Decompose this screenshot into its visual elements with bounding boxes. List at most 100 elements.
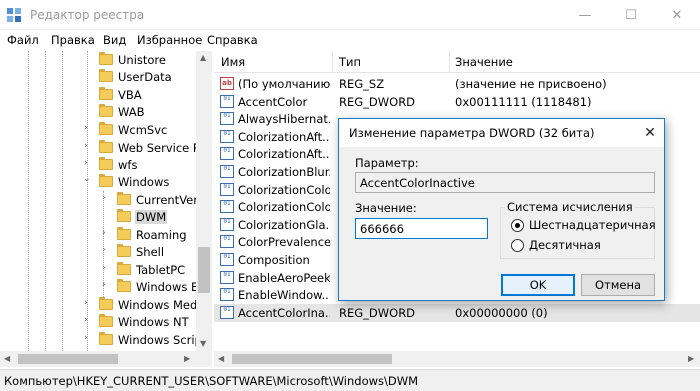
binary-value-icon: 01 [220,217,234,231]
registry-tree[interactable]: Unistore UserData VBA WAB › WcmSvc › Web… [0,51,212,367]
column-header-value[interactable]: Значение [455,55,513,69]
tree-item-tabletpc[interactable]: TabletPC [117,261,186,278]
tree-item-wcmsvc[interactable]: WcmSvc [99,121,168,138]
close-window-button[interactable]: ✕ [654,0,700,30]
expand-chevron-icon[interactable]: › [84,141,88,151]
expand-chevron-icon[interactable]: › [84,158,88,168]
folder-icon [117,262,131,275]
scroll-down-arrow-icon[interactable]: ▼ [200,339,206,348]
ok-button[interactable]: OK [501,274,575,296]
expand-chevron-icon[interactable]: › [84,298,88,308]
cell-type: REG_SZ [339,77,385,91]
value-name-field: AccentColorInactive [355,172,655,193]
column-divider[interactable] [332,51,333,73]
column-header-type[interactable]: Тип [339,55,361,69]
value-data-input[interactable]: 666666 [355,218,488,239]
table-row[interactable]: 01 AccentColorIna... REG_DWORD 0x00000000 (… [214,303,700,322]
binary-value-icon: 01 [220,270,234,284]
radio-selected-icon[interactable] [511,219,524,232]
radio-unselected-icon[interactable] [511,239,524,252]
list-horizontal-scrollbar[interactable]: ◀ ▶ [214,351,700,367]
expand-chevron-icon[interactable]: › [84,333,88,343]
tree-hscroll-thumb[interactable] [18,354,118,364]
list-header: Имя Тип Значение [214,51,700,73]
expand-chevron-icon[interactable]: › [84,123,88,133]
tree-item-label: Windows Med [118,297,198,312]
cell-name: ColorizationColor [238,182,330,197]
expand-chevron-icon[interactable]: › [102,228,106,238]
maximize-button[interactable]: ☐ [608,0,654,30]
collapse-chevron-icon[interactable]: ⌄ [83,174,91,184]
folder-icon [99,122,113,135]
tree-horizontal-scrollbar[interactable]: ◀ ▶ [0,351,212,367]
tree-item-unistore[interactable]: Unistore [99,51,167,68]
column-divider[interactable] [449,51,450,73]
tree-item-shell[interactable]: Shell [117,243,165,260]
binary-value-icon: 01 [220,253,234,266]
tree-item-windows-nt[interactable]: Windows NT [99,313,190,330]
value-name-label: Параметр: [355,156,419,170]
dialog-close-icon[interactable]: ✕ [640,123,660,143]
menu-edit[interactable]: Правка [51,33,95,47]
folder-icon [99,332,113,345]
tree-item-web-service[interactable]: Web Service Pr [99,139,205,156]
scroll-left-arrow-icon[interactable]: ◀ [4,354,10,363]
tree-item-vba[interactable]: VBA [99,86,143,103]
cancel-button[interactable]: Отмена [581,274,655,296]
menu-bar: Файл Правка Вид Избранное Справка [0,30,700,50]
tree-scroll-thumb[interactable] [198,247,210,293]
expand-chevron-icon[interactable]: › [102,245,106,255]
folder-icon [99,140,113,153]
folder-icon [117,279,131,292]
binary-value-icon: 01 [220,112,234,126]
cell-name: ColorizationGla... [238,217,330,232]
cell-name: ColorPrevalence [238,235,330,250]
binary-value-icon: 01 [220,147,234,161]
radio-decimal-label[interactable]: Десятичная [529,238,601,252]
tree-item-label: UserData [118,69,172,84]
table-row[interactable]: ab (По умолчанию) REG_SZ (значение не присв… [214,75,700,93]
tree-item-roaming[interactable]: Roaming [117,226,188,243]
menu-file[interactable]: Файл [7,33,39,47]
edit-dword-dialog: Изменение параметра DWORD (32 бита) ✕ Па… [338,118,665,301]
menu-favorites[interactable]: Избранное [137,33,202,47]
expand-chevron-icon[interactable]: › [102,193,106,203]
tree-item-wab[interactable]: WAB [99,103,146,120]
scroll-right-arrow-icon[interactable]: ▶ [688,354,694,363]
expand-chevron-icon[interactable]: › [84,315,88,325]
menu-help[interactable]: Справка [207,33,258,47]
folder-icon [117,227,131,240]
tree-vertical-scrollbar[interactable]: ▲ ▼ [196,51,212,351]
folder-icon [99,104,113,117]
menu-view[interactable]: Вид [103,33,126,47]
status-bar: Компьютер\HKEY_CURRENT_USER\SOFTWARE\Mic… [0,369,700,391]
tree-item-currentversion[interactable]: CurrentVer [117,191,199,208]
table-row[interactable]: 01 AccentColor REG_DWORD 0x00111111 (111848… [214,93,700,111]
expand-chevron-icon[interactable]: › [102,280,106,290]
tree-item-windows[interactable]: Windows [99,173,170,190]
cell-value: 0x00000000 (0) [455,305,548,320]
cell-name: AlwaysHibernat... [238,112,330,127]
tree-item-windows-media[interactable]: Windows Med [99,296,198,313]
radio-hexadecimal-label[interactable]: Шестнадцатеричная [529,218,656,232]
tree-item-label: Windows NT [118,314,189,329]
folder-icon [117,244,131,257]
scroll-left-arrow-icon[interactable]: ◀ [218,354,224,363]
list-hscroll-thumb[interactable] [232,354,392,364]
value-data-label: Значение: [355,201,417,215]
expand-chevron-icon[interactable]: › [102,263,106,273]
tree-item-wfs[interactable]: wfs [99,156,138,173]
scroll-up-arrow-icon[interactable]: ▲ [200,53,206,62]
tree-item-label: Shell [136,244,165,259]
minimize-icon: — [578,7,592,23]
dialog-title: Изменение параметра DWORD (32 бита) [349,126,595,140]
scroll-right-arrow-icon[interactable]: ▶ [184,354,190,363]
tree-item-windows-e[interactable]: Windows E [117,278,199,295]
folder-icon [99,87,113,100]
tree-guide-line [62,51,63,351]
tree-item-windows-script[interactable]: Windows Scrip [99,331,203,348]
tree-item-userdata[interactable]: UserData [99,68,173,85]
column-header-name[interactable]: Имя [221,55,245,69]
minimize-button[interactable]: — [562,0,608,30]
tree-item-dwm[interactable]: DWM [117,208,168,225]
